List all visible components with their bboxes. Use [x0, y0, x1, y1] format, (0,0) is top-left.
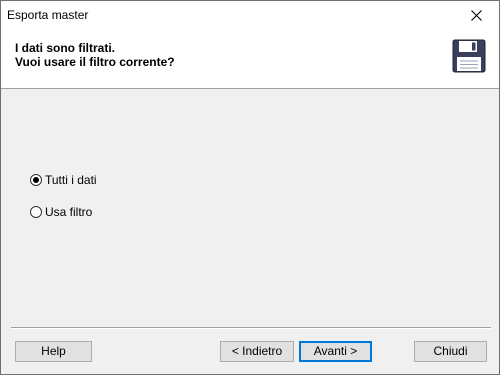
- header-subtitle: Vuoi usare il filtro corrente?: [15, 55, 175, 69]
- option-all-data[interactable]: Tutti i dati: [30, 172, 97, 188]
- export-dialog: Esporta master I dati sono filtrati. Vuo…: [0, 0, 500, 375]
- all-data-radio[interactable]: [30, 174, 42, 186]
- wizard-header: I dati sono filtrati. Vuoi usare il filt…: [1, 30, 499, 89]
- wizard-content: Tutti i dati Usa filtro: [1, 89, 499, 327]
- option-use-filter[interactable]: Usa filtro: [30, 204, 92, 220]
- back-button[interactable]: < Indietro: [220, 341, 294, 362]
- window-title: Esporta master: [7, 8, 89, 22]
- close-window-button[interactable]: [455, 1, 499, 30]
- use-filter-label[interactable]: Usa filtro: [45, 205, 92, 219]
- close-icon: [471, 10, 482, 21]
- floppy-disk-icon: [452, 39, 486, 73]
- use-filter-radio[interactable]: [30, 206, 42, 218]
- all-data-label[interactable]: Tutti i dati: [45, 173, 97, 187]
- next-button[interactable]: Avanti >: [299, 341, 372, 362]
- title-bar[interactable]: Esporta master: [1, 1, 499, 30]
- close-button[interactable]: Chiudi: [414, 341, 487, 362]
- footer-divider: [11, 327, 491, 329]
- help-button[interactable]: Help: [15, 341, 92, 362]
- header-title: I dati sono filtrati.: [15, 41, 116, 55]
